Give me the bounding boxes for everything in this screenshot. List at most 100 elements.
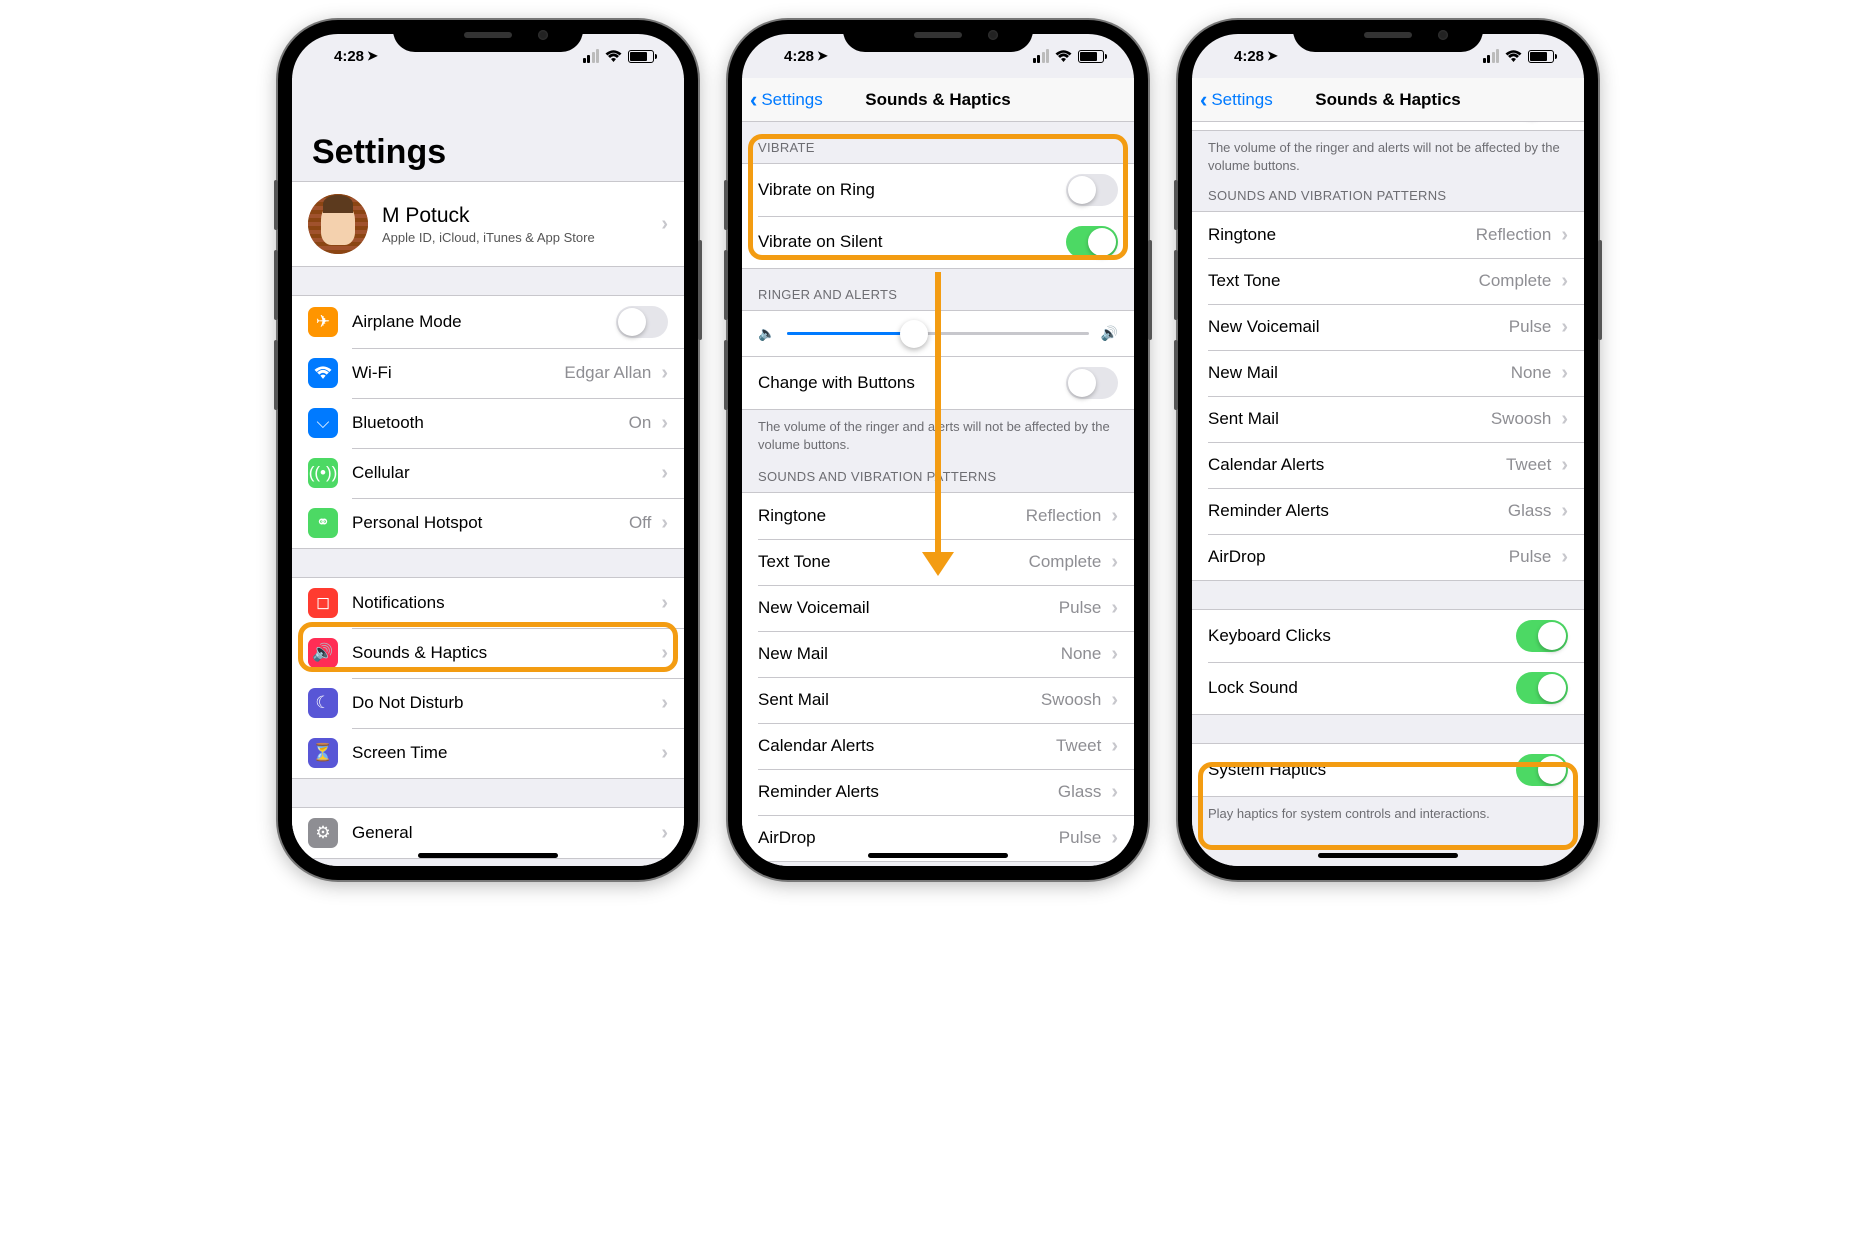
chevron-icon: ›	[1111, 689, 1118, 712]
chevron-icon: ›	[1111, 735, 1118, 758]
chevron-icon: ›	[1561, 408, 1568, 431]
chevron-left-icon: ‹	[750, 87, 757, 113]
voicemail-row[interactable]: New VoicemailPulse›	[742, 585, 1134, 631]
calendar-row[interactable]: Calendar AlertsTweet›	[742, 723, 1134, 769]
home-indicator[interactable]	[418, 853, 558, 858]
general-row[interactable]: ⚙ General ›	[292, 808, 684, 858]
hotspot-row[interactable]: ⚭ Personal Hotspot Off ›	[292, 498, 684, 548]
chevron-icon: ›	[1561, 546, 1568, 569]
bluetooth-row[interactable]: ⌵ Bluetooth On ›	[292, 398, 684, 448]
back-button[interactable]: ‹ Settings	[750, 87, 823, 113]
hourglass-icon: ⏳	[308, 738, 338, 768]
reminder-row[interactable]: Reminder AlertsGlass›	[1192, 488, 1584, 534]
speaker-low-icon: 🔈	[758, 325, 775, 342]
voicemail-row[interactable]: New VoicemailPulse›	[1192, 304, 1584, 350]
profile-row[interactable]: M Potuck Apple ID, iCloud, iTunes & App …	[292, 182, 684, 266]
haptics-footer: Play haptics for system controls and int…	[1192, 797, 1584, 831]
status-bar: 4:28➤	[742, 34, 1134, 78]
wifi-icon	[1055, 50, 1072, 63]
chevron-icon: ›	[661, 362, 668, 385]
cellular-row[interactable]: ((•)) Cellular ›	[292, 448, 684, 498]
chevron-icon: ›	[661, 462, 668, 485]
sentmail-row[interactable]: Sent MailSwoosh›	[1192, 396, 1584, 442]
chevron-icon: ›	[1111, 827, 1118, 850]
home-indicator[interactable]	[868, 853, 1008, 858]
system-haptics-switch[interactable]	[1516, 754, 1568, 786]
change-with-buttons-row[interactable]: Change with Buttons	[742, 357, 1134, 409]
newmail-row[interactable]: New MailNone›	[1192, 350, 1584, 396]
airplane-icon: ✈	[308, 307, 338, 337]
ringer-footer: The volume of the ringer and alerts will…	[1192, 131, 1584, 182]
chevron-icon: ›	[1561, 500, 1568, 523]
moon-icon: ☾	[308, 688, 338, 718]
airdrop-row[interactable]: AirDropPulse›	[1192, 534, 1584, 580]
nav-bar: ‹ Settings Sounds & Haptics	[1192, 78, 1584, 122]
airplane-switch[interactable]	[616, 306, 668, 338]
hotspot-icon: ⚭	[308, 508, 338, 538]
page-title: Settings	[292, 78, 684, 181]
nav-title: Sounds & Haptics	[1315, 90, 1460, 110]
chevron-icon: ›	[661, 822, 668, 845]
section-patterns: SOUNDS AND VIBRATION PATTERNS	[1192, 182, 1584, 211]
chevron-icon: ›	[661, 412, 668, 435]
texttone-row[interactable]: Text ToneComplete›	[1192, 258, 1584, 304]
status-bar: 4:28➤	[1192, 34, 1584, 78]
back-button[interactable]: ‹ Settings	[1200, 87, 1273, 113]
dnd-row[interactable]: ☾ Do Not Disturb ›	[292, 678, 684, 728]
airplane-mode-row[interactable]: ✈ Airplane Mode	[292, 296, 684, 348]
battery-icon	[1078, 50, 1104, 63]
vibrate-on-silent-row[interactable]: Vibrate on Silent	[742, 216, 1134, 268]
chevron-icon: ›	[661, 213, 668, 236]
phone-frame-1: 4:28 ➤ Settings M Potuck Apple ID, iClou…	[278, 20, 698, 880]
section-ringer: RINGER AND ALERTS	[742, 269, 1134, 310]
keyboard-clicks-row[interactable]: Keyboard Clicks	[1192, 610, 1584, 662]
texttone-row[interactable]: Text ToneComplete›	[742, 539, 1134, 585]
signal-icon	[1033, 49, 1050, 63]
bluetooth-icon: ⌵	[308, 408, 338, 438]
ringtone-row[interactable]: RingtoneReflection›	[742, 493, 1134, 539]
keyboard-clicks-switch[interactable]	[1516, 620, 1568, 652]
vibrate-silent-switch[interactable]	[1066, 226, 1118, 258]
phone-frame-3: 4:28➤ ‹ Settings Sounds & Haptics Change…	[1178, 20, 1598, 880]
chevron-icon: ›	[661, 692, 668, 715]
volume-slider[interactable]	[787, 332, 1088, 335]
newmail-row[interactable]: New MailNone›	[742, 631, 1134, 677]
chevron-icon: ›	[1561, 224, 1568, 247]
section-patterns: SOUNDS AND VIBRATION PATTERNS	[742, 461, 1134, 492]
volume-slider-row[interactable]: 🔈 🔊	[742, 311, 1134, 357]
home-indicator[interactable]	[1318, 853, 1458, 858]
vibrate-ring-switch[interactable]	[1066, 174, 1118, 206]
reminder-row[interactable]: Reminder AlertsGlass›	[742, 769, 1134, 815]
ringtone-row[interactable]: RingtoneReflection›	[1192, 212, 1584, 258]
location-icon: ➤	[367, 48, 378, 64]
location-icon: ➤	[1267, 48, 1278, 64]
wifi-icon	[605, 50, 622, 63]
status-bar: 4:28 ➤	[292, 34, 684, 78]
screentime-row[interactable]: ⏳ Screen Time ›	[292, 728, 684, 778]
lock-sound-row[interactable]: Lock Sound	[1192, 662, 1584, 714]
ringer-footer: The volume of the ringer and alerts will…	[742, 410, 1134, 461]
speaker-high-icon: 🔊	[1101, 325, 1118, 342]
change-with-buttons-row[interactable]: Change with Buttons	[1192, 122, 1584, 130]
chevron-icon: ›	[661, 742, 668, 765]
status-time: 4:28	[334, 48, 364, 65]
sentmail-row[interactable]: Sent MailSwoosh›	[742, 677, 1134, 723]
change-buttons-switch[interactable]	[1066, 367, 1118, 399]
chevron-icon: ›	[1111, 781, 1118, 804]
location-icon: ➤	[817, 48, 828, 64]
system-haptics-row[interactable]: System Haptics	[1192, 744, 1584, 796]
sounds-haptics-row[interactable]: 🔊 Sounds & Haptics ›	[292, 628, 684, 678]
chevron-icon: ›	[1111, 505, 1118, 528]
vibrate-on-ring-row[interactable]: Vibrate on Ring	[742, 164, 1134, 216]
calendar-row[interactable]: Calendar AlertsTweet›	[1192, 442, 1584, 488]
notifications-row[interactable]: ◻ Notifications ›	[292, 578, 684, 628]
lock-sound-switch[interactable]	[1516, 672, 1568, 704]
signal-icon	[583, 49, 600, 63]
chevron-left-icon: ‹	[1200, 87, 1207, 113]
chevron-icon: ›	[661, 592, 668, 615]
nav-bar: ‹ Settings Sounds & Haptics	[742, 78, 1134, 122]
nav-title: Sounds & Haptics	[865, 90, 1010, 110]
wifi-row[interactable]: Wi-Fi Edgar Allan ›	[292, 348, 684, 398]
profile-name: M Potuck	[382, 204, 595, 228]
cellular-icon: ((•))	[308, 458, 338, 488]
